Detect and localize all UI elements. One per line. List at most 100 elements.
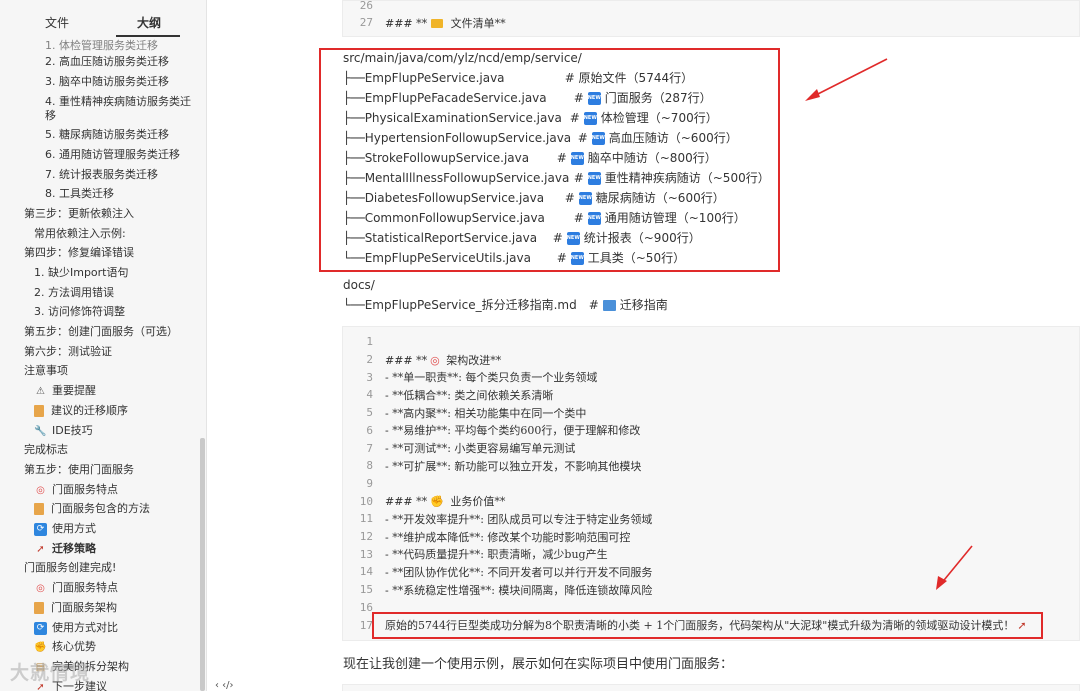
sync-icon: ⟳ xyxy=(34,621,47,635)
outline-item[interactable]: 建议的迁移顺序 xyxy=(34,404,128,418)
line-number: 6 xyxy=(366,423,373,437)
code-text: - **代码质量提升**: 职责清晰，减少bug产生 xyxy=(385,548,608,562)
watermark: 大就情境 xyxy=(10,662,91,684)
line-number: 4 xyxy=(366,388,373,402)
outline-item-label: 门面服务架构 xyxy=(51,601,117,614)
code-text: - **可测试**: 小类更容易编写单元测试 xyxy=(385,442,576,456)
outline-item[interactable]: 3. 访问修饰符调整 xyxy=(34,305,125,319)
code-line: 15 - **系统稳定性增强**: 模块间隔离，降低连锁故障风险 xyxy=(343,581,653,599)
target-icon: ◎ xyxy=(430,353,440,367)
target-icon: ◎ xyxy=(36,484,45,496)
line-number: 7 xyxy=(366,441,373,455)
outline-item[interactable]: 1. 体检管理服务类迁移 xyxy=(45,39,158,53)
active-tab-indicator xyxy=(116,35,180,37)
outline-item-label: 门面服务特点 xyxy=(52,483,118,496)
outline-item[interactable]: 第六步：测试验证 xyxy=(24,345,112,359)
outline-item[interactable]: ⚠ 重要提醒 xyxy=(34,384,96,398)
line-number: 15 xyxy=(359,583,373,597)
outline-item[interactable]: 2. 高血压随访服务类迁移 xyxy=(45,55,169,69)
code-line: 8 - **可扩展**: 新功能可以独立开发，不影响其他模块 xyxy=(343,457,641,475)
outline-item[interactable]: ◎ 门面服务特点 xyxy=(34,581,118,595)
muscle-icon: ✊ xyxy=(430,495,444,509)
tree-row: └── EmpFlupPeService_拆分迁移指南.md # 迁移指南 xyxy=(343,295,668,315)
line-number: 14 xyxy=(359,565,373,579)
sidebar-scrollbar[interactable] xyxy=(200,438,205,691)
outline-item[interactable]: 第五步：使用门面服务 xyxy=(24,463,134,477)
outline-item[interactable]: 常用依赖注入示例: xyxy=(34,227,126,241)
clipboard-icon xyxy=(34,503,44,515)
clipboard-icon xyxy=(34,602,44,614)
code-text: - **高内聚**: 相关功能集中在同一个类中 xyxy=(385,406,587,420)
line-number: 26 xyxy=(359,0,373,13)
line-number: 5 xyxy=(366,406,373,420)
highlight-box xyxy=(372,612,1043,639)
code-line: 4 - **低耦合**: 类之间依赖关系清晰 xyxy=(343,386,553,404)
code-line: 3 - **单一职责**: 每个类只负责一个业务领域 xyxy=(343,368,597,386)
outline-item[interactable]: 门面服务创建完成! xyxy=(24,561,116,575)
target-icon: ◎ xyxy=(36,582,45,594)
outline-item[interactable]: ◎ 门面服务特点 xyxy=(34,483,118,497)
code-line: 9 xyxy=(343,475,385,493)
code-line: 27 ### ** 文件清单** xyxy=(343,14,506,32)
code-text: - **单一职责**: 每个类只负责一个业务领域 xyxy=(385,371,598,385)
outline-item[interactable]: ⟳ 使用方式对比 xyxy=(34,621,118,635)
code-block[interactable]: 26 27 ### ** 文件清单** xyxy=(342,0,1080,37)
code-block[interactable]: 1 2 ### ** ◎ 架构改进** 3 - **单一职责**: 每个类只负责一个业… xyxy=(342,326,1080,641)
outline-item[interactable]: 完成标志 xyxy=(24,443,68,457)
outline-item[interactable]: ⟳ 使用方式 xyxy=(34,522,96,536)
outline-item[interactable]: 注意事项 xyxy=(24,364,68,378)
outline-item[interactable]: ✊ 核心优势 xyxy=(34,640,96,654)
outline-item-label: 迁移策略 xyxy=(52,542,96,555)
outline-item[interactable]: 7. 统计报表服务类迁移 xyxy=(45,168,158,182)
code-text: - **开发效率提升**: 团队成员可以专注于特定业务领域 xyxy=(385,512,653,526)
sync-icon: ⟳ xyxy=(34,522,47,536)
outline-item-label: 使用方式 xyxy=(52,522,96,535)
code-line: 12 - **维护成本降低**: 修改某个功能时影响范围可控 xyxy=(343,528,631,546)
outline-item-label: IDE技巧 xyxy=(52,424,93,437)
code-line: 14 - **团队协作优化**: 不同开发者可以并行开发不同服务 xyxy=(343,563,653,581)
outline-item-label: 重要提醒 xyxy=(52,384,96,397)
outline-item[interactable]: 4. 重性精神疾病随访服务类迁移 xyxy=(45,95,195,123)
line-number: 12 xyxy=(359,530,373,544)
muscle-icon: ✊ xyxy=(34,641,47,653)
tree-file-name: EmpFlupPeService_拆分迁移指南.md xyxy=(364,298,577,312)
outline-item-label: 门面服务包含的方法 xyxy=(51,502,150,515)
line-number: 2 xyxy=(366,353,373,367)
outline-item-label: 建议的迁移顺序 xyxy=(51,404,128,417)
code-text: ### ** ◎ 架构改进** xyxy=(385,353,502,367)
sidebar-tabs: 文件 大纲 xyxy=(0,0,206,42)
code-text: - **易维护**: 平均每个类约600行，便于理解和修改 xyxy=(385,424,641,438)
outline-item[interactable]: 门面服务包含的方法 xyxy=(34,502,150,516)
outline-item[interactable]: 5. 糖尿病随访服务类迁移 xyxy=(45,128,169,142)
docs-root: docs/ xyxy=(343,278,375,292)
line-number: 13 xyxy=(359,547,373,561)
outline-item[interactable]: 门面服务架构 xyxy=(34,601,117,615)
code-line: 11 - **开发效率提升**: 团队成员可以专注于特定业务领域 xyxy=(343,510,653,528)
outline-item-label: 使用方式对比 xyxy=(52,621,118,634)
outline-item[interactable]: 🔧 IDE技巧 xyxy=(34,424,93,438)
line-number: 9 xyxy=(366,476,373,490)
outline-item[interactable]: 8. 工具类迁移 xyxy=(45,187,114,201)
editor-main: 26 27 ### ** 文件清单** src/main/java/com/yl… xyxy=(207,0,1080,691)
outline-item-active[interactable]: ➚ 迁移策略 xyxy=(34,542,96,556)
code-line: 7 - **可测试**: 小类更容易编写单元测试 xyxy=(343,439,575,457)
line-number: 16 xyxy=(359,600,373,614)
code-block[interactable] xyxy=(342,684,1080,691)
tab-outline[interactable]: 大纲 xyxy=(137,14,161,31)
outline-item[interactable]: 2. 方法调用错误 xyxy=(34,286,114,300)
outline-item[interactable]: 3. 脑卒中随访服务类迁移 xyxy=(45,75,169,89)
outline-item[interactable]: 第四步：修复编译错误 xyxy=(24,246,134,260)
code-text: - **维护成本降低**: 修改某个功能时影响范围可控 xyxy=(385,530,631,544)
code-line: 6 - **易维护**: 平均每个类约600行，便于理解和修改 xyxy=(343,422,640,440)
tab-files[interactable]: 文件 xyxy=(45,14,69,31)
code-line: 10 ### ** ✊ 业务价值** xyxy=(343,492,506,510)
outline-item[interactable]: 第五步：创建门面服务（可选） xyxy=(24,325,178,339)
annotation-arrow xyxy=(936,545,973,590)
line-number: 27 xyxy=(359,16,373,30)
outline-item[interactable]: 1. 缺少Import语句 xyxy=(34,266,129,280)
outline-item[interactable]: 6. 通用随访管理服务类迁移 xyxy=(45,148,180,162)
line-number: 10 xyxy=(359,494,373,508)
annotation-arrow xyxy=(805,58,888,101)
code-text: - **可扩展**: 新功能可以独立开发，不影响其他模块 xyxy=(385,459,642,473)
outline-item[interactable]: 第三步：更新依赖注入 xyxy=(24,207,134,221)
